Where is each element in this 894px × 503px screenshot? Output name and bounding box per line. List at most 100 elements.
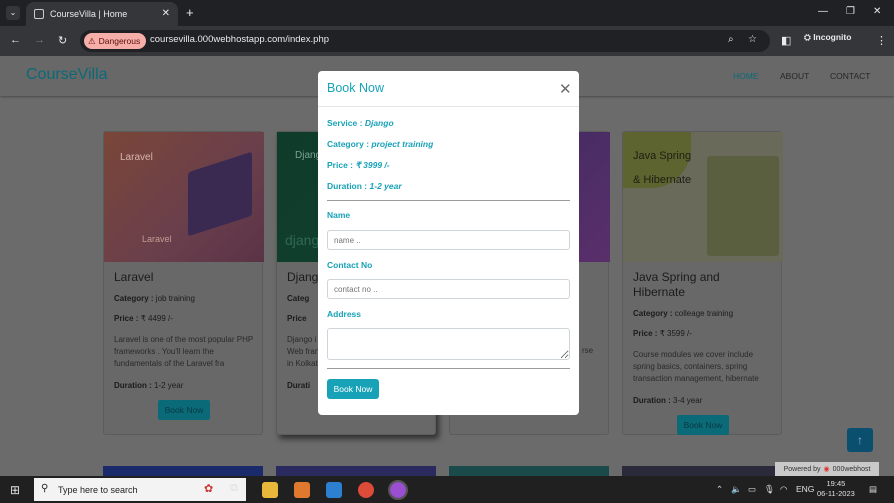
- reload-icon[interactable]: ↻: [58, 34, 67, 47]
- laptop-illustration: [188, 151, 252, 237]
- modal-header: Book Now ✕: [318, 71, 579, 107]
- card-price: Price : ₹ 3599 /-: [633, 329, 692, 338]
- image-title-text: Laravel: [120, 152, 153, 163]
- scroll-to-top-button[interactable]: ↑: [847, 428, 873, 452]
- bookmark-star-icon[interactable]: ☆: [748, 34, 757, 45]
- powered-by-brand: 000webhost: [832, 465, 871, 473]
- menu-kebab-icon[interactable]: ⋮: [876, 34, 887, 47]
- modal-close-icon[interactable]: ✕: [559, 80, 572, 98]
- course-card-top: [622, 466, 782, 476]
- nav-home[interactable]: HOME: [733, 71, 759, 81]
- card-category: Category : colleage training: [633, 309, 734, 318]
- search-highlight-icon: ✿: [204, 483, 214, 495]
- card-duration: Duration : 3-4 year: [633, 396, 703, 405]
- divider: [327, 200, 570, 201]
- course-card-top: [276, 466, 436, 476]
- window-close-icon[interactable]: ✕: [873, 6, 881, 17]
- card-description: Laravel is one of the most popular PHP f…: [114, 335, 254, 368]
- card-title: Laravel: [114, 270, 154, 284]
- duration-info: Duration : 1-2 year: [327, 181, 402, 191]
- forward-arrow-icon[interactable]: →: [34, 34, 45, 46]
- url-text[interactable]: coursevilla.000webhostapp.com/index.php: [150, 34, 329, 45]
- chrome-icon[interactable]: [358, 482, 374, 498]
- page-favicon-icon: [34, 9, 44, 19]
- card-category: Categ: [287, 294, 310, 303]
- address-bar[interactable]: ⚠ Dangerous coursevilla.000webhostapp.co…: [80, 30, 770, 52]
- image-title-text: Java Spring & Hibernate: [633, 150, 692, 186]
- address-textarea[interactable]: [327, 328, 570, 360]
- course-card-java: Java Spring & Hibernate Java Spring and …: [622, 131, 783, 435]
- course-image-java: Java Spring & Hibernate: [623, 132, 783, 262]
- card-description: Course modules we cover include spring b…: [633, 350, 759, 383]
- app-icon[interactable]: [294, 482, 310, 498]
- address-label: Address: [327, 309, 362, 319]
- browser-toolbar: ← → ↻ ⚠ Dangerous coursevilla.000webhost…: [0, 26, 894, 56]
- task-view-icon[interactable]: ⧉: [230, 482, 246, 498]
- contact-input[interactable]: [327, 279, 570, 299]
- wifi-icon[interactable]: ◠: [780, 484, 787, 495]
- site-brand[interactable]: CourseVilla: [26, 66, 108, 84]
- submit-book-now-button[interactable]: Book Now: [327, 379, 379, 399]
- modal-title: Book Now: [327, 81, 384, 95]
- name-input[interactable]: [327, 230, 570, 250]
- divider: [327, 368, 570, 369]
- search-placeholder: Type here to search: [58, 484, 138, 495]
- course-image-laravel: Laravel Laravel: [104, 132, 264, 262]
- nav-contact[interactable]: CONTACT: [830, 71, 870, 81]
- book-now-button[interactable]: Book Now: [677, 415, 729, 435]
- contact-label: Contact No: [327, 260, 373, 270]
- name-label: Name: [327, 210, 351, 220]
- book-now-button[interactable]: Book Now: [158, 400, 210, 420]
- incognito-indicator[interactable]: ⛭ Incognito: [804, 32, 851, 43]
- card-description: rse: [582, 346, 594, 355]
- taskbar-search-box[interactable]: ⚲ Type here to search ✿: [34, 478, 246, 501]
- course-card-laravel: Laravel Laravel Laravel Category : job t…: [103, 131, 264, 435]
- volume-icon[interactable]: 🔈: [731, 484, 742, 495]
- host-logo-icon: ◉: [823, 466, 830, 473]
- chrome-incognito-icon[interactable]: [388, 480, 408, 500]
- tab-close-icon[interactable]: ✕: [162, 8, 170, 19]
- card-price: Price: [287, 314, 307, 323]
- vscode-icon[interactable]: [326, 482, 342, 498]
- tray-chevron-icon[interactable]: ⌃: [716, 484, 723, 495]
- language-indicator[interactable]: ENG: [796, 484, 814, 494]
- tab-search-button[interactable]: ⌄: [6, 6, 20, 20]
- system-clock[interactable]: 19:45 06-11-2023: [817, 479, 855, 499]
- book-now-modal: Book Now ✕ Service : Django Category : p…: [318, 71, 579, 415]
- zoom-icon[interactable]: ⌕: [728, 34, 734, 45]
- page-viewport: CourseVilla HOME ABOUT CONTACT Laravel L…: [0, 56, 894, 476]
- restore-icon[interactable]: ❐: [846, 6, 855, 17]
- clock-time: 19:45: [826, 479, 846, 488]
- nav-about[interactable]: ABOUT: [780, 71, 809, 81]
- new-tab-button[interactable]: +: [186, 5, 194, 20]
- course-card-top: [449, 466, 609, 476]
- warning-icon: ⚠: [88, 35, 96, 46]
- powered-by-badge[interactable]: Powered by ◉ 000webhost: [775, 462, 879, 476]
- security-chip[interactable]: ⚠ Dangerous: [84, 33, 147, 49]
- file-explorer-icon[interactable]: [262, 482, 278, 498]
- category-info: Category : project training: [327, 139, 434, 149]
- incognito-icon: ⛭: [804, 32, 811, 42]
- tab-title: CourseVilla | Home: [50, 9, 128, 19]
- side-panel-icon[interactable]: ◧: [781, 34, 791, 47]
- card-category: Category : job training: [114, 294, 195, 303]
- notification-icon[interactable]: ▤: [869, 484, 877, 495]
- tab-coursevilla[interactable]: CourseVilla | Home ✕: [26, 2, 178, 26]
- mic-icon[interactable]: 🎙: [764, 484, 775, 495]
- card-duration: Duration : 1-2 year: [114, 381, 184, 390]
- windows-taskbar: ⊞ ⚲ Type here to search ✿ ⧉ ⌃ 🔈 ▭ 🎙 ◠ EN…: [0, 476, 894, 503]
- incognito-label: Incognito: [813, 32, 852, 42]
- card-title: Djang: [287, 270, 319, 284]
- browser-tab-strip: ⌄ CourseVilla | Home ✕ + — ❐ ✕: [0, 0, 894, 26]
- windows-start-icon[interactable]: ⊞: [10, 483, 20, 497]
- service-info: Service : Django: [327, 118, 394, 128]
- card-duration: Durati: [287, 381, 311, 390]
- battery-icon[interactable]: ▭: [748, 484, 756, 495]
- course-card-top: [103, 466, 263, 476]
- security-label: Dangerous: [98, 36, 141, 46]
- minimize-icon[interactable]: —: [818, 6, 828, 17]
- clock-date: 06-11-2023: [817, 489, 855, 498]
- back-arrow-icon[interactable]: ←: [10, 34, 21, 46]
- search-icon: ⚲: [41, 483, 49, 494]
- card-title: Java Spring and Hibernate: [633, 270, 720, 299]
